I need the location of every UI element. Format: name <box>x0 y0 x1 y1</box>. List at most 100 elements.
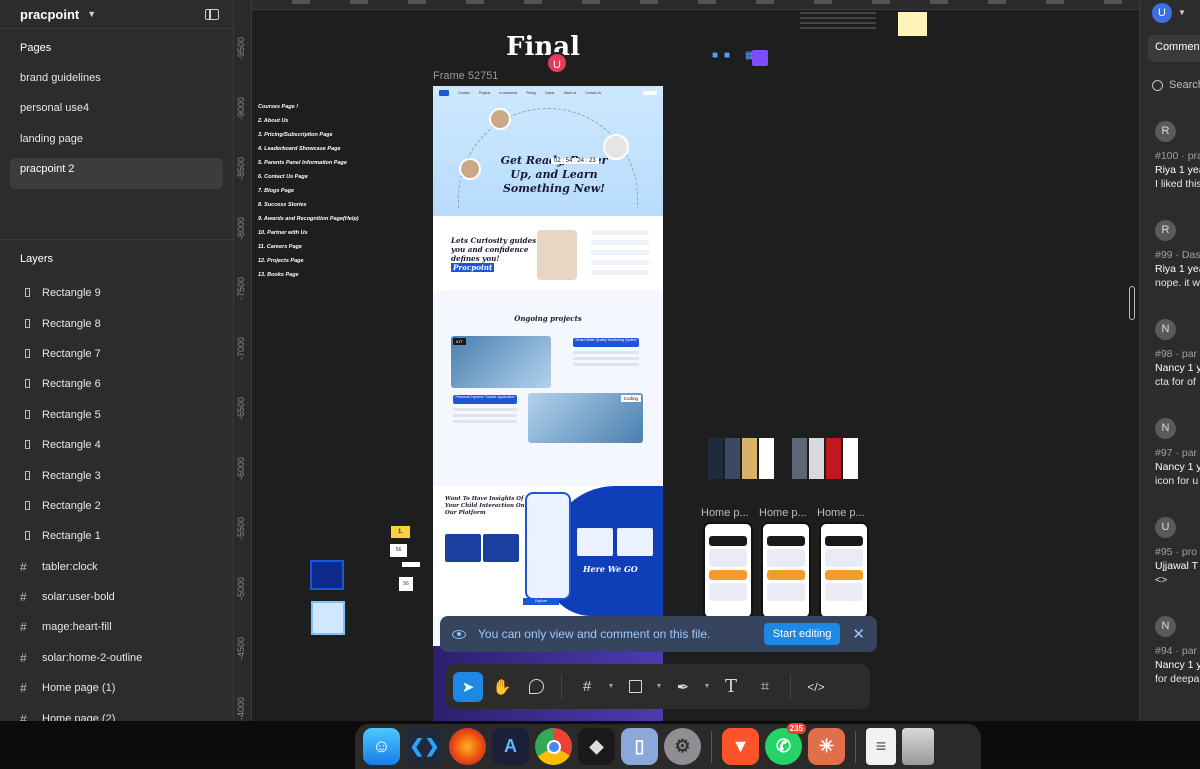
canvas[interactable]: -9500 -9000 -8500 -8000 -7500 -7000 -6500 -6000… <box>234 0 1139 721</box>
frame-icon: # <box>20 590 27 605</box>
chevron-down-icon[interactable]: ▼ <box>87 9 96 19</box>
ruler-label: -9500 <box>236 36 246 60</box>
dock-divider <box>711 730 712 763</box>
layer-item[interactable]: Rectangle 1 <box>0 521 233 551</box>
comment-item[interactable]: N #97 · par Nancy 1 y icon for u <box>1155 418 1200 487</box>
comment-body: icon for u <box>1155 475 1199 487</box>
chevron-down-icon[interactable]: ▼ <box>702 683 712 690</box>
layer-item[interactable]: # solar:home-2-outline <box>0 643 233 673</box>
phone-label[interactable]: Home p... <box>759 507 807 519</box>
page-list-item: 7. Blogs Page <box>258 188 295 194</box>
page-list-text[interactable]: Courses Page ! 2. About Us 3. Pricing/Subs… <box>258 104 359 286</box>
ongoing-projects-section: Ongoing projects IOT Smart Water Quality… <box>433 296 663 486</box>
rectangle-icon[interactable] <box>620 672 650 702</box>
comment-item[interactable]: R #100 · pracpoint Riya 1 year I liked this <box>1155 121 1200 190</box>
affinity-icon[interactable]: A <box>492 728 529 765</box>
curiosity-heading: Lets Curiosity guides you and confidence… <box>451 236 537 272</box>
layer-item[interactable]: Rectangle 3 <box>0 460 233 490</box>
page-item-landing-page[interactable]: landing page <box>10 128 223 158</box>
phone-mockup[interactable] <box>819 522 869 619</box>
page-list-item: 4. Leaderboard Showcase Page <box>258 146 341 152</box>
scrollbar[interactable] <box>1129 286 1135 320</box>
move-icon[interactable]: ➤ <box>453 671 483 702</box>
phone-mockup[interactable] <box>761 522 811 619</box>
chrome-icon[interactable] <box>535 728 572 765</box>
toolbar-divider <box>561 673 562 700</box>
pen-icon[interactable]: ✒ <box>668 672 698 702</box>
page-list-item: 10. Partner with Us <box>258 230 308 236</box>
vscode-icon[interactable]: ❮❯ <box>406 728 443 765</box>
comment-item[interactable]: R #99 · Dash Riya 1 year nope. it w <box>1155 220 1200 289</box>
cursor-icon[interactable]: ◆ <box>578 728 615 765</box>
brave-icon[interactable]: ▼ <box>722 728 759 765</box>
nav-item: About us <box>563 91 577 95</box>
firefox-icon[interactable] <box>449 728 486 765</box>
color-swatch <box>725 438 740 479</box>
phone-label[interactable]: Home p... <box>701 507 749 519</box>
comment-item[interactable]: U #95 · pro Ujjawal T <> <box>1155 517 1200 586</box>
comment-item[interactable]: N #94 · par Nancy 1 y for deepa <box>1155 616 1200 685</box>
page-item-personal-use4[interactable]: personal use4 <box>10 97 223 127</box>
chevron-down-icon[interactable]: ▼ <box>606 683 616 690</box>
ruler-label: -4500 <box>236 636 246 660</box>
close-icon[interactable]: ✕ <box>852 625 865 643</box>
text-icon[interactable]: T <box>716 672 746 702</box>
layer-item[interactable]: # Home page (1) <box>0 673 233 703</box>
whatsapp-icon[interactable]: ✆ 235 <box>765 723 806 765</box>
search-icon <box>1152 79 1163 91</box>
layer-item[interactable]: # tabler:clock <box>0 552 233 582</box>
frame-icon[interactable]: # <box>572 672 602 702</box>
layer-item[interactable]: # solar:user-bold <box>0 582 233 612</box>
comment-author: Riya 1 year <box>1155 164 1200 176</box>
page-list-item: Courses Page ! <box>258 104 299 110</box>
comment-icon[interactable] <box>521 672 551 702</box>
components-icon[interactable]: ⌗ <box>750 672 780 702</box>
nav-bar: Courses Projects e-commerce Pricing Care… <box>439 89 657 97</box>
page-item-pracpoint-2[interactable]: pracpoint 2 <box>10 158 223 189</box>
comment-item[interactable]: N #98 · par Nancy 1 y cta for of <box>1155 319 1200 388</box>
project-card: Smart Water Quality Monitoring System <box>573 338 639 392</box>
trash-icon[interactable] <box>902 728 934 765</box>
ruler-tick <box>640 0 658 4</box>
dev-mode-icon[interactable]: </> <box>801 672 831 702</box>
document-icon[interactable]: ≡ <box>866 728 896 765</box>
collaborator-avatar[interactable]: U <box>546 52 568 74</box>
sidebar-toggle-icon[interactable] <box>205 8 219 20</box>
ruler-tick <box>466 0 484 4</box>
layer-label: Rectangle 4 <box>42 439 101 452</box>
simulator-icon[interactable]: ▯ <box>621 728 658 765</box>
ongoing-title: Ongoing projects <box>514 314 582 323</box>
layer-item[interactable]: Rectangle 6 <box>0 369 233 399</box>
avatar-bubble <box>489 108 511 130</box>
chevron-down-icon[interactable]: ▼ <box>654 683 664 690</box>
insights-section: Want To Have Insights Of Your Child Inte… <box>433 486 663 616</box>
phone-label[interactable]: Home p... <box>817 507 865 519</box>
search-input[interactable]: Search <box>1152 79 1200 91</box>
frame-label[interactable]: Frame 52751 <box>433 70 498 82</box>
color-swatch <box>809 438 824 479</box>
user-avatar[interactable]: U <box>1152 3 1172 23</box>
finder-icon[interactable]: ☺ <box>363 728 400 765</box>
layer-item[interactable]: Rectangle 5 <box>0 400 233 430</box>
color-swatch <box>742 438 757 479</box>
layer-item[interactable]: Rectangle 7 <box>0 339 233 369</box>
start-editing-button[interactable]: Start editing <box>763 623 841 645</box>
layer-item[interactable]: Rectangle 2 <box>0 491 233 521</box>
layer-item[interactable]: # mage:heart-fill <box>0 612 233 642</box>
ruler-tick <box>872 0 890 4</box>
settings-icon[interactable]: ⚙ <box>664 728 701 765</box>
claude-icon[interactable]: ✳ <box>808 728 845 765</box>
sticky-note[interactable] <box>898 12 927 36</box>
chevron-down-icon[interactable]: ▼ <box>1178 8 1186 17</box>
hand-icon[interactable]: ✋ <box>487 672 517 702</box>
toolbar-divider <box>790 673 791 700</box>
page-list-item: 2. About Us <box>258 118 289 124</box>
insight-card <box>577 528 613 556</box>
tab-comments[interactable]: Comments <box>1148 35 1200 62</box>
file-name[interactable]: pracpoint <box>20 7 79 22</box>
layer-item[interactable]: Rectangle 4 <box>0 430 233 460</box>
layer-item[interactable]: Rectangle 9 <box>0 278 233 308</box>
phone-mockup[interactable] <box>703 522 753 619</box>
page-item-brand-guidelines[interactable]: brand guidelines <box>10 67 223 97</box>
layer-item[interactable]: Rectangle 8 <box>0 308 233 338</box>
